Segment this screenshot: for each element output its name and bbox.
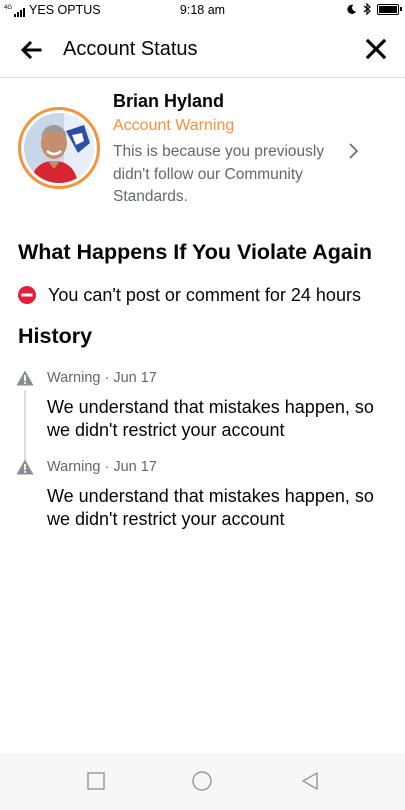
status-bar-right: [346, 3, 402, 15]
back-triangle-icon[interactable]: [299, 770, 321, 792]
warning-triangle-icon: [16, 459, 34, 475]
history-entry-meta: Warning · Jun 17: [47, 370, 157, 386]
bluetooth-icon: [363, 3, 371, 15]
clock: 9:18 am: [179, 3, 226, 17]
history-entry-meta: Warning · Jun 17: [47, 459, 157, 475]
close-icon[interactable]: [363, 36, 389, 62]
no-entry-icon: [18, 286, 36, 304]
consequence-text: You can't post or comment for 24 hours: [48, 285, 361, 305]
home-circle-icon[interactable]: [191, 770, 213, 792]
battery-icon: [377, 3, 402, 15]
history-entry-text: We understand that mistakes happen, so w…: [47, 397, 374, 440]
user-name: Brian Hyland: [113, 91, 225, 111]
section-title-consequences: What Happens If You Violate Again: [18, 240, 372, 264]
moon-icon: [347, 4, 357, 14]
timeline-line: [24, 390, 26, 460]
app-header: Account Status: [0, 22, 405, 78]
status-bar: 4G YES OPTUS 9:18 am: [0, 0, 405, 22]
warning-triangle-icon: [16, 370, 34, 386]
section-title-history: History: [18, 324, 93, 348]
avatar[interactable]: [24, 113, 94, 183]
system-nav-bar: [0, 754, 405, 810]
avatar-ring: [18, 107, 100, 189]
account-warning-label: Account Warning: [113, 117, 235, 134]
page-title: Account Status: [63, 38, 198, 60]
history-entry-text: We understand that mistakes happen, so w…: [47, 486, 374, 529]
chevron-right-icon[interactable]: [346, 141, 362, 161]
arrow-left-icon[interactable]: [18, 37, 44, 63]
warning-reason[interactable]: This is because you previously didn't fo…: [113, 141, 343, 209]
recents-square-icon[interactable]: [85, 770, 107, 792]
